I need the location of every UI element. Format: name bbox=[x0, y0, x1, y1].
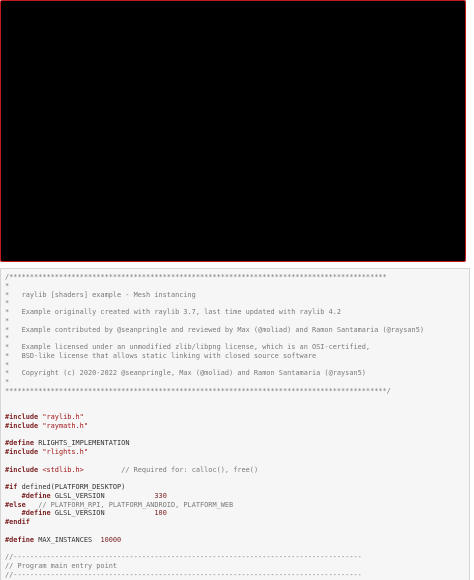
code-token: ****************************************… bbox=[5, 386, 391, 395]
code-line: #else // PLATFORM_RPI, PLATFORM_ANDROID,… bbox=[5, 501, 424, 510]
code-token: 330 bbox=[154, 491, 167, 500]
code-token: #if bbox=[5, 483, 22, 491]
code-line: // Program main entry point bbox=[5, 562, 424, 571]
code-line: * bbox=[5, 361, 424, 370]
code-token: //--------------------------------------… bbox=[5, 553, 362, 561]
code-line: #include "rlights.h" bbox=[5, 448, 424, 457]
code-token: GLSL_VERSION bbox=[54, 509, 155, 518]
code-token: #define bbox=[5, 439, 39, 448]
code-token: #define bbox=[5, 535, 39, 544]
code-token: * bbox=[5, 360, 10, 369]
code-line: #endif bbox=[5, 518, 424, 527]
code-line: * BSD-like license that allows static li… bbox=[5, 352, 424, 361]
code-line: //--------------------------------------… bbox=[5, 553, 424, 562]
code-token: #else bbox=[5, 500, 26, 509]
code-line: //--------------------------------------… bbox=[5, 571, 424, 580]
code-block: /***************************************… bbox=[5, 273, 424, 579]
code-token: * raylib [shaders] example - Mesh instan… bbox=[5, 290, 196, 299]
code-line: ****************************************… bbox=[5, 387, 424, 396]
code-line: #define GLSL_VERSION 100 bbox=[5, 509, 424, 518]
code-token: <stdlib.h> bbox=[42, 465, 84, 474]
code-token: #include bbox=[5, 413, 43, 421]
code-token: defined(PLATFORM_DESKTOP) bbox=[21, 483, 126, 491]
code-line: * bbox=[5, 317, 424, 326]
code-token: "raylib.h" bbox=[42, 413, 84, 421]
code-line: * bbox=[5, 282, 424, 291]
code-line: #include <stdlib.h> // Required for: cal… bbox=[5, 466, 424, 475]
code-token: * bbox=[5, 281, 10, 290]
code-line: * Example licensed under an unmodified z… bbox=[5, 343, 424, 352]
code-token: #include bbox=[5, 448, 43, 456]
code-token: * bbox=[5, 316, 10, 325]
code-line: #define MAX_INSTANCES 10000 bbox=[5, 536, 424, 545]
game-canvas[interactable] bbox=[0, 0, 466, 262]
code-token: GLSL_VERSION bbox=[54, 491, 155, 500]
code-token: * Example originally created with raylib… bbox=[5, 308, 342, 316]
code-token: #define bbox=[21, 491, 55, 500]
code-token: * BSD-like license that allows static li… bbox=[5, 351, 317, 360]
code-token: RLIGHTS_IMPLEMENTATION bbox=[38, 439, 130, 448]
code-token: #include bbox=[5, 465, 43, 474]
code-line: #include "raylib.h" bbox=[5, 413, 424, 422]
source-code-panel: /***************************************… bbox=[0, 268, 470, 580]
code-token: * bbox=[5, 299, 10, 308]
code-line: /***************************************… bbox=[5, 273, 424, 282]
code-token: MAX_INSTANCES bbox=[38, 535, 101, 544]
code-token: * Copyright (c) 2020-2022 @seanpringle, … bbox=[5, 369, 366, 378]
code-line: * Example originally created with raylib… bbox=[5, 308, 424, 317]
code-token: #endif bbox=[5, 518, 30, 526]
code-token: #define bbox=[21, 509, 55, 518]
code-token: * bbox=[5, 378, 10, 386]
code-token: // PLATFORM_RPI, PLATFORM_ANDROID, PLATF… bbox=[38, 500, 234, 509]
code-token: * Example licensed under an unmodified z… bbox=[5, 343, 371, 351]
code-token: // Required for: calloc(), free() bbox=[121, 465, 259, 474]
code-line: * Copyright (c) 2020-2022 @seanpringle, … bbox=[5, 369, 424, 378]
code-token: // Program main entry point bbox=[5, 561, 118, 570]
code-line: #define GLSL_VERSION 330 bbox=[5, 492, 424, 501]
code-token: "raymath.h" bbox=[42, 421, 88, 430]
code-token: #include bbox=[5, 421, 43, 430]
code-line: * Example contributed by @seanpringle an… bbox=[5, 326, 424, 335]
code-token: "rlights.h" bbox=[42, 448, 88, 456]
code-token: 100 bbox=[154, 509, 167, 518]
code-line: * bbox=[5, 334, 424, 343]
code-token: 10000 bbox=[100, 535, 122, 544]
code-line: #if defined(PLATFORM_DESKTOP) bbox=[5, 483, 424, 492]
code-token: * bbox=[5, 334, 10, 343]
code-token: /***************************************… bbox=[5, 273, 387, 281]
code-line: * raylib [shaders] example - Mesh instan… bbox=[5, 291, 424, 300]
code-line: #include "raymath.h" bbox=[5, 422, 424, 431]
code-line: #define RLIGHTS_IMPLEMENTATION bbox=[5, 439, 424, 448]
code-line: * bbox=[5, 378, 424, 387]
code-token: * Example contributed by @seanpringle an… bbox=[5, 325, 424, 334]
code-line: * bbox=[5, 299, 424, 308]
code-token: //--------------------------------------… bbox=[5, 570, 362, 579]
